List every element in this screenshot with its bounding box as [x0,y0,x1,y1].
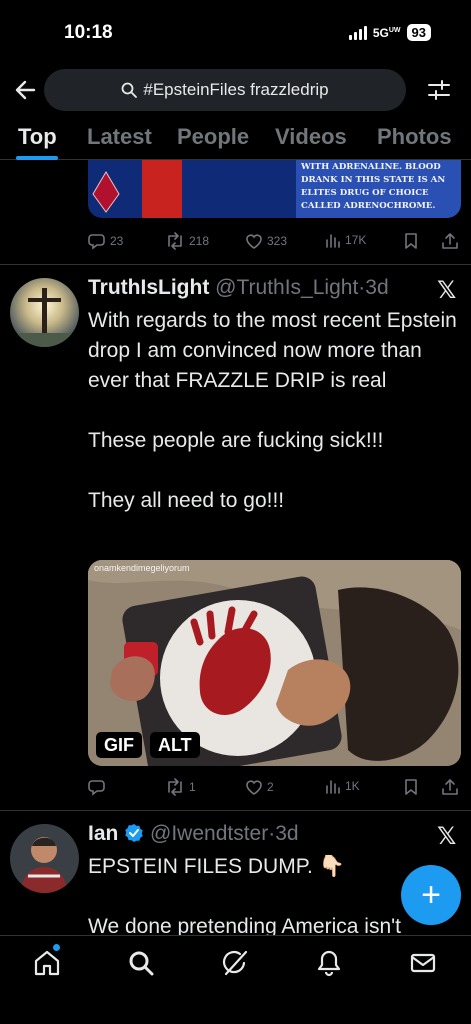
share-button[interactable] [441,778,459,796]
avatar[interactable] [10,278,79,347]
search-results-feed[interactable]: with adrenaline. Blood drank in this sta… [0,160,471,935]
gif-badge: GIF [96,732,142,758]
tweet-header: TruthIsLight @TruthIs_Light·3d [88,276,389,299]
tweet-header: Ian @Iwendtster·3d [88,822,299,845]
heart-icon [246,780,262,795]
reply-count: 23 [110,234,124,248]
tweet-divider [0,264,471,265]
tweet-time: 3d [275,822,299,845]
share-button[interactable] [441,232,459,250]
avatar[interactable] [10,824,79,893]
media-caption-text: with adrenaline. Blood drank in this sta… [296,160,461,218]
search-filter-icon[interactable] [425,76,453,104]
like-button[interactable]: 2 [245,778,274,796]
repost-icon [168,778,182,796]
tweet-divider [0,810,471,811]
like-button[interactable]: 323 [245,232,287,250]
search-tabs: Top Latest People Videos Photos [0,116,471,160]
tab-videos[interactable]: Videos [275,124,347,150]
compose-post-button[interactable]: + [401,865,461,925]
tweet-paragraph: EPSTEIN FILES DUMP. 👇🏻 [88,855,345,878]
tab-top[interactable]: Top [18,124,57,150]
share-icon [442,779,458,795]
repost-count: 218 [189,234,210,248]
bookmark-button[interactable] [403,778,419,796]
views-button[interactable]: 17K [325,232,366,248]
tweet-paragraph: These people are fucking sick!!! [88,429,384,452]
notifications-icon[interactable] [314,948,344,978]
alt-text-badge[interactable]: ALT [150,732,200,758]
home-notification-dot [53,944,60,951]
tab-photos[interactable]: Photos [377,124,452,150]
like-count: 2 [267,780,274,794]
reply-icon [88,780,105,796]
user-handle[interactable]: @Iwendtster [150,822,268,845]
search-icon [121,82,138,98]
search-icon[interactable] [126,948,156,978]
signal-icon [348,25,367,40]
search-query: #EpsteinFiles frazzledrip [143,80,329,99]
battery-indicator: 93 [406,24,431,41]
repost-count: 1 [189,780,196,794]
tab-people[interactable]: People [177,124,249,150]
views-icon [326,780,340,794]
status-indicators: 5GUW 93 [348,24,431,41]
view-count: 1K [345,779,360,793]
bookmark-icon [405,779,417,795]
tweet-paragraph: We done pretending America isn't [88,915,401,935]
tweet-actions: 1 2 1K [88,778,461,802]
share-icon [442,233,458,249]
bookmark-button[interactable] [403,232,419,250]
bottom-navigation [0,935,471,1024]
bookmark-icon [405,233,417,249]
tweet-paragraph: They all need to go!!! [88,489,285,512]
verified-badge-icon [125,824,143,842]
network-label: 5GUW [372,25,401,40]
tweet-media-image[interactable]: with adrenaline. Blood drank in this sta… [88,160,461,218]
views-icon [326,234,340,248]
reply-button[interactable]: 23 [88,232,123,250]
reply-button[interactable] [88,778,110,796]
view-count: 17K [345,233,367,247]
user-handle[interactable]: @TruthIs_Light [215,276,358,299]
grok-icon[interactable] [220,948,250,978]
repost-button[interactable]: 1 [165,778,196,796]
x-logo-icon: 𝕏 [437,823,457,850]
repost-button[interactable]: 218 [165,232,209,250]
status-bar: 10:18 5GUW 93 [0,0,471,64]
patch-emblem [92,171,120,213]
gif-watermark: onamkendimegeliyorum [94,563,190,573]
tweet-gif[interactable]: onamkendimegeliyorum GIF ALT [88,560,461,766]
back-arrow-icon[interactable] [12,76,40,104]
display-name[interactable]: Ian [88,822,118,845]
search-header: #EpsteinFiles frazzledrip [0,64,471,116]
heart-icon [246,234,262,249]
status-time: 10:18 [64,22,113,43]
repost-icon [168,232,182,250]
messages-icon[interactable] [408,948,438,978]
gif-frame [88,560,461,766]
views-button[interactable]: 1K [325,778,360,794]
x-logo-icon: 𝕏 [437,277,457,304]
reply-icon [88,234,105,250]
tweet-paragraph: With regards to the most recent Epstein … [88,309,457,392]
tweet-time: 3d [365,276,389,299]
search-input[interactable]: #EpsteinFiles frazzledrip [44,69,406,111]
tweet-actions: 23 218 323 17K [88,232,461,256]
tweet-text: With regards to the most recent Epstein … [88,306,458,516]
display-name[interactable]: TruthIsLight [88,276,209,299]
home-icon[interactable] [32,948,62,978]
tab-latest[interactable]: Latest [87,124,152,150]
like-count: 323 [267,234,288,248]
